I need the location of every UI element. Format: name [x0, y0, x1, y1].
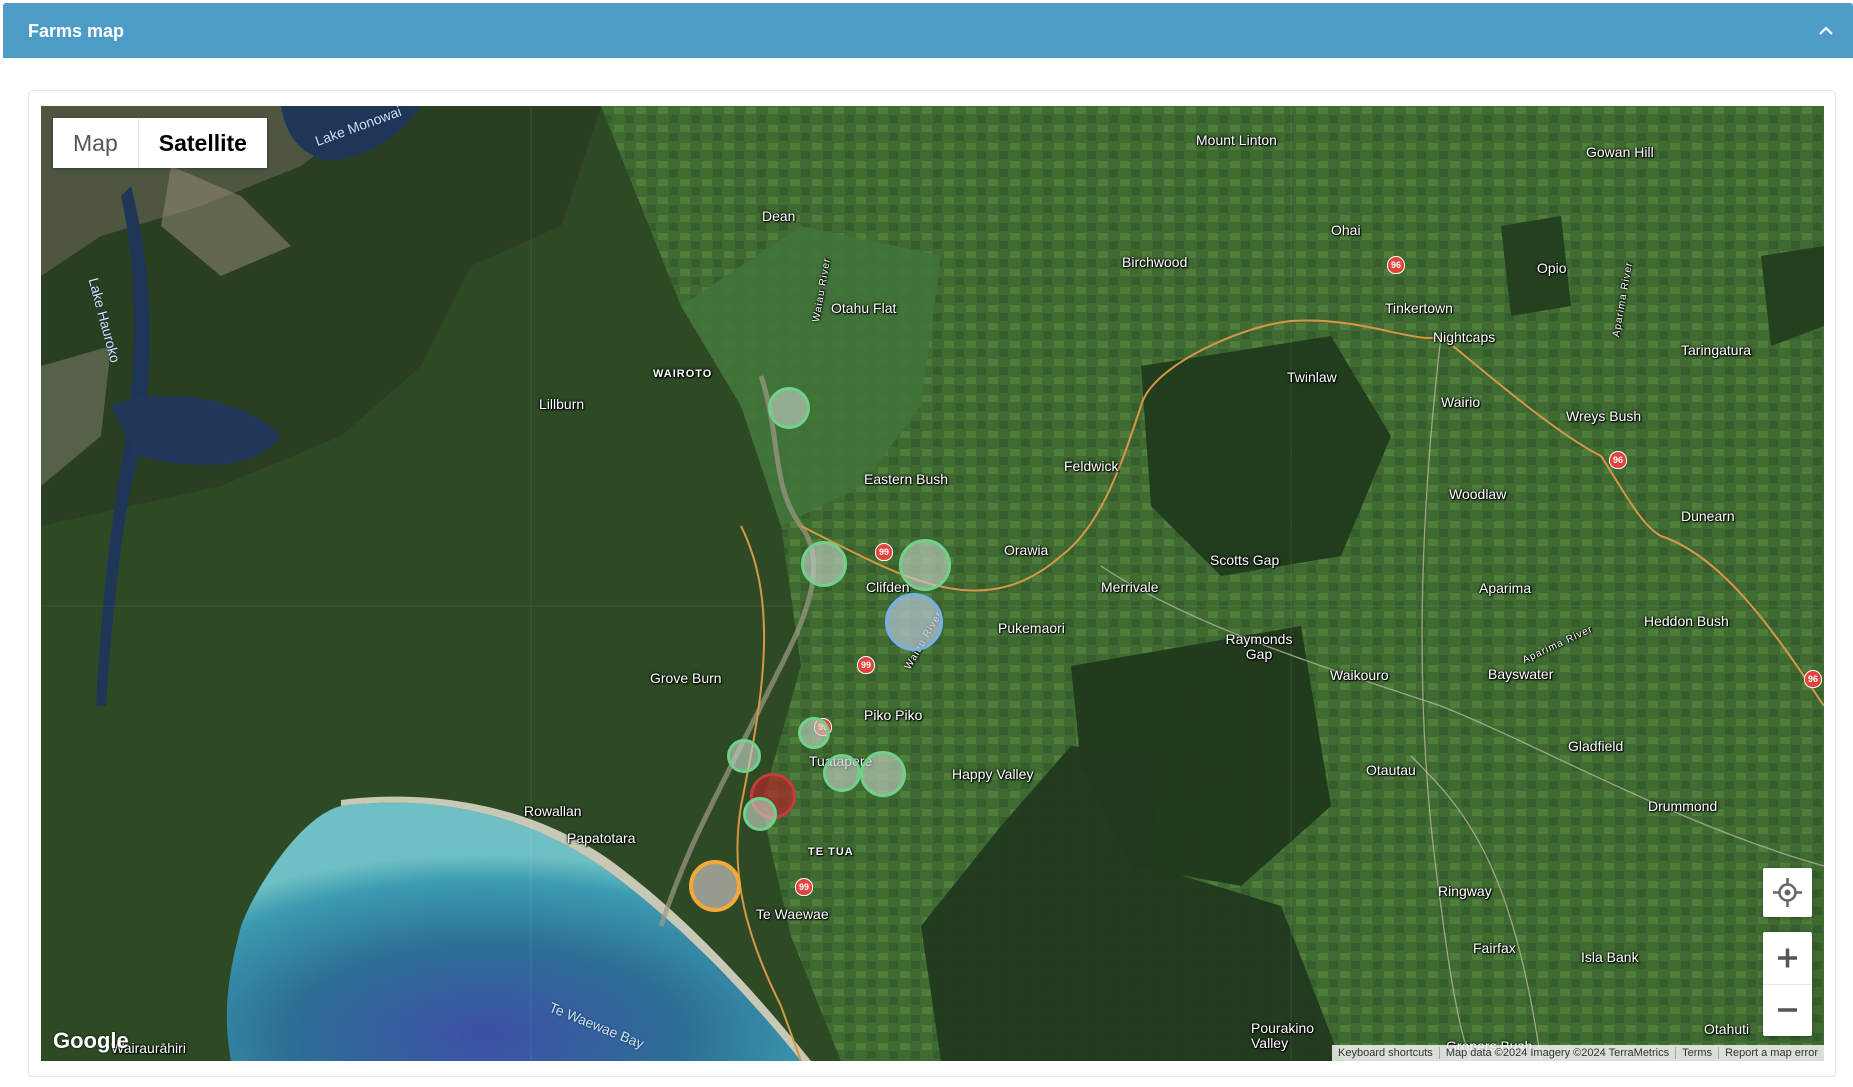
- plus-icon: [1778, 948, 1797, 968]
- zoom-out-button[interactable]: [1763, 984, 1812, 1036]
- place-label: Aparima: [1479, 580, 1532, 596]
- my-location-button[interactable]: [1763, 868, 1812, 917]
- farm-marker[interactable]: [743, 797, 777, 831]
- place-label: Isla Bank: [1581, 949, 1639, 965]
- place-label: Ohai: [1331, 222, 1361, 238]
- place-label: Bayswater: [1488, 666, 1554, 682]
- farm-marker[interactable]: [798, 717, 830, 749]
- farm-marker[interactable]: [899, 539, 951, 591]
- place-label: Merrivale: [1101, 579, 1159, 595]
- place-label: Birchwood: [1122, 254, 1188, 270]
- place-label: Rowallan: [524, 803, 582, 819]
- place-label: Otahu Flat: [831, 300, 897, 316]
- minus-icon: [1778, 1008, 1797, 1012]
- place-label: Nightcaps: [1433, 329, 1496, 345]
- zoom-control: [1763, 932, 1812, 1036]
- map-data-text: Map data ©2024 Imagery ©2024 TerraMetric…: [1440, 1047, 1677, 1059]
- place-label: Ringway: [1438, 883, 1492, 899]
- satellite-view-button[interactable]: Satellite: [138, 118, 267, 168]
- place-label: Gladfield: [1568, 738, 1624, 754]
- farm-marker[interactable]: [689, 860, 741, 912]
- place-label: Papatotara: [567, 830, 636, 846]
- map-attribution: Keyboard shortcuts Map data ©2024 Imager…: [1332, 1045, 1824, 1061]
- place-label: Heddon Bush: [1644, 613, 1729, 629]
- highway-shield: 96: [1804, 670, 1822, 688]
- highway-shield: 99: [875, 543, 893, 561]
- map-view-button[interactable]: Map: [53, 118, 139, 168]
- place-label: Piko Piko: [864, 707, 923, 723]
- map-type-control: Map Satellite: [53, 118, 267, 168]
- place-label: Opio: [1537, 260, 1567, 276]
- place-label: Raymonds Gap: [1225, 631, 1293, 662]
- place-label: TE TUA: [808, 846, 854, 858]
- panel-title: Farms map: [28, 21, 125, 41]
- panel-header[interactable]: Farms map: [3, 3, 1853, 58]
- report-error-link[interactable]: Report a map error: [1719, 1047, 1824, 1059]
- place-label: Otautau: [1366, 762, 1416, 778]
- place-label: Wreys Bush: [1566, 408, 1642, 424]
- highway-shield: 96: [1387, 256, 1405, 274]
- chevron-up-icon[interactable]: [1813, 18, 1839, 44]
- google-logo: Google: [53, 1028, 129, 1053]
- place-label: Wairio: [1441, 394, 1481, 410]
- place-label: Mount Linton: [1196, 132, 1277, 148]
- place-label: Pourakino Valley: [1251, 1020, 1315, 1051]
- place-label: Dean: [762, 208, 796, 224]
- place-label: Clifden: [866, 579, 910, 595]
- place-label: Otahuti: [1704, 1021, 1750, 1037]
- place-label: WAIROTO: [653, 368, 713, 380]
- highway-shield: 96: [1609, 451, 1627, 469]
- farms-map[interactable]: Lake Monowai Lake Hauroko Mount Linton G…: [41, 106, 1824, 1061]
- highway-shield: 99: [795, 878, 813, 896]
- place-label: Orawia: [1004, 542, 1049, 558]
- place-label: Twinlaw: [1287, 369, 1337, 385]
- place-label: Scotts Gap: [1210, 552, 1280, 568]
- place-label: Dunearn: [1681, 508, 1735, 524]
- farm-marker[interactable]: [885, 593, 943, 651]
- place-label: Feldwick: [1064, 458, 1119, 474]
- place-label: Te Waewae: [756, 906, 829, 922]
- place-label: Happy Valley: [952, 766, 1034, 782]
- keyboard-shortcuts-link[interactable]: Keyboard shortcuts: [1332, 1047, 1440, 1059]
- place-label: Lillburn: [539, 396, 585, 412]
- farm-marker[interactable]: [860, 751, 906, 797]
- place-label: Taringatura: [1681, 342, 1752, 358]
- place-label: Fairfax: [1473, 940, 1516, 956]
- farm-marker[interactable]: [823, 754, 861, 792]
- place-label: Drummond: [1648, 798, 1718, 814]
- place-label: Tinkertown: [1385, 300, 1453, 316]
- place-label: Grove Burn: [650, 670, 722, 686]
- zoom-in-button[interactable]: [1763, 932, 1812, 985]
- place-label: Eastern Bush: [864, 471, 949, 487]
- place-label: Pukemaori: [998, 620, 1065, 636]
- crosshair-icon: [1773, 878, 1802, 907]
- place-label: Waikouro: [1330, 667, 1389, 683]
- terms-link[interactable]: Terms: [1676, 1047, 1720, 1059]
- farm-marker[interactable]: [801, 541, 847, 587]
- place-label: Woodlaw: [1449, 486, 1507, 502]
- farm-marker[interactable]: [768, 387, 810, 429]
- highway-shield: 99: [857, 656, 875, 674]
- farm-marker[interactable]: [727, 739, 761, 773]
- farms-map-panel: Farms map Lake Monowai Lake Hauroko Moun…: [0, 0, 1853, 1087]
- place-label: Gowan Hill: [1586, 144, 1654, 160]
